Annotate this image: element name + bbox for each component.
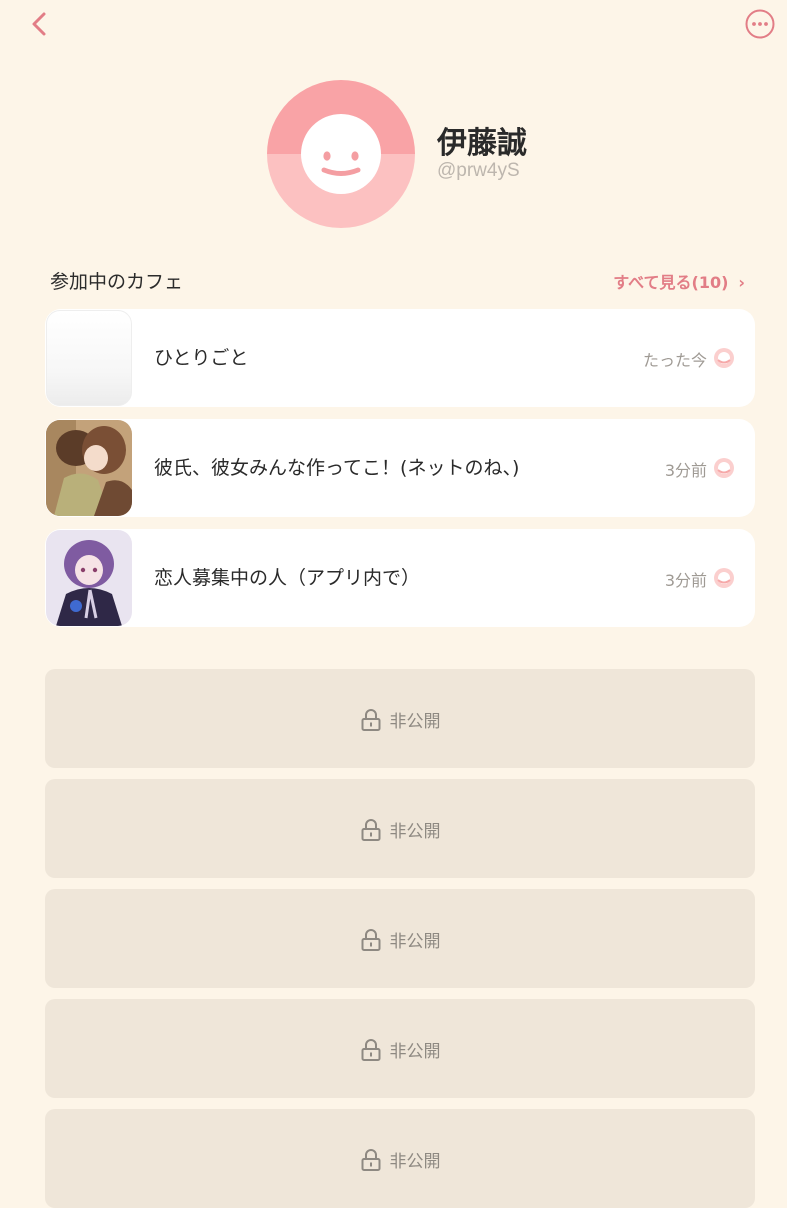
cafe-time: たった今 [642,351,707,370]
private-cafe-item: 非公開 [45,999,755,1098]
private-label-group: 非公開 [45,707,755,732]
cafe-thumbnail [46,310,132,406]
status-dot-icon [714,568,734,588]
private-label-group: 非公開 [45,1147,755,1172]
user-handle: @prw4yS [437,160,520,181]
private-label: 非公開 [389,932,441,952]
cafes-section-header: 参加中のカフェ すべて見る(10) › [45,265,755,295]
lock-icon [361,928,380,951]
private-label-group: 非公開 [45,817,755,842]
cafe-thumbnail [46,420,132,516]
cafe-time: 3分前 [664,461,707,480]
private-label: 非公開 [389,1152,441,1172]
profile-header: 伊藤誠 @prw4yS [267,80,747,230]
private-label: 非公開 [389,822,441,842]
cafe-item[interactable]: ひとりごと たった今 [45,309,755,407]
avatar[interactable] [267,80,415,228]
cafe-image [46,530,132,626]
cafe-title: ひとりごと [154,347,249,369]
chevron-right-icon: › [738,273,745,292]
top-bar [0,0,787,50]
private-label-group: 非公開 [45,1037,755,1062]
cafe-time: 3分前 [664,571,707,590]
private-cafe-item: 非公開 [45,1109,755,1208]
private-cafe-item: 非公開 [45,669,755,768]
lock-icon [361,1148,380,1171]
cafe-thumbnail [46,530,132,626]
private-label: 非公開 [389,1042,441,1062]
lock-icon [361,818,380,841]
cafe-item[interactable]: 恋人募集中の人（アプリ内で） 3分前 [45,529,755,627]
section-title: 参加中のカフェ [50,271,184,293]
cafe-item[interactable]: 彼氏、彼女みんな作ってこ！(ネットのね、) 3分前 [45,419,755,517]
user-name: 伊藤誠 [437,126,527,161]
cafe-title: 恋人募集中の人（アプリ内で） [154,567,421,589]
back-chevron-icon[interactable] [28,10,52,38]
lock-icon [361,708,380,731]
see-all-label: すべて見る(10) [613,273,729,292]
see-all-link[interactable]: すべて見る(10) › [613,269,745,293]
lock-icon [361,1038,380,1061]
cafe-title: 彼氏、彼女みんな作ってこ！(ネットのね、) [154,457,520,479]
status-dot-icon [714,348,734,368]
cafe-image [46,420,132,516]
status-dot-icon [714,458,734,478]
private-label: 非公開 [389,712,441,732]
private-label-group: 非公開 [45,927,755,952]
more-options-icon[interactable] [745,9,775,39]
private-cafe-item: 非公開 [45,889,755,988]
private-cafe-item: 非公開 [45,779,755,878]
